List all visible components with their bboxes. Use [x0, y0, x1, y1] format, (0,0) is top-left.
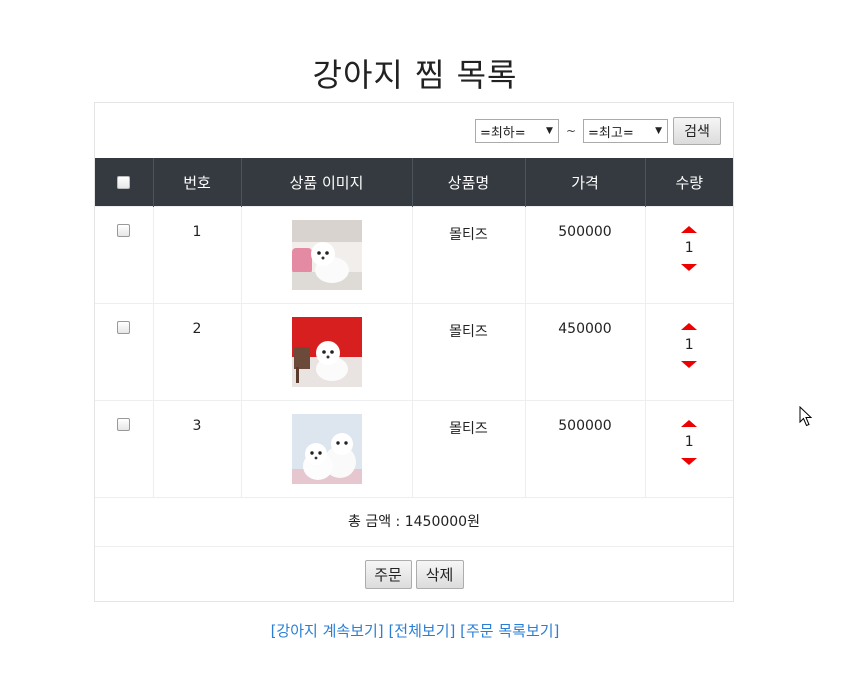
quantity-value: 1 [684, 434, 694, 450]
table-row: 2 몰티즈 450000 1 [95, 303, 734, 401]
product-name: 몰티즈 [449, 324, 488, 340]
quantity-value: 1 [684, 240, 694, 256]
product-name: 몰티즈 [449, 421, 488, 437]
min-price-select[interactable]: =최하= ▼ [474, 119, 559, 143]
product-price: 500000 [558, 224, 612, 240]
table-header-row: 번호 상품 이미지 상품명 가격 수량 [95, 158, 733, 207]
decrease-arrow-icon[interactable] [681, 458, 698, 465]
row-checkbox[interactable] [117, 321, 131, 334]
quantity-value: 1 [684, 337, 694, 353]
row-checkbox[interactable] [117, 418, 131, 431]
mouse-cursor-icon [799, 406, 813, 427]
product-name: 몰티즈 [449, 227, 488, 243]
wishlist-panel: =최하= ▼ ~ =최고= ▼ 검색 번호 상품 이미지 상품명 가격 수량 1… [94, 102, 734, 602]
header-image: 상품 이미지 [241, 158, 413, 207]
increase-arrow-icon[interactable] [681, 323, 698, 330]
max-price-value: =최고= [588, 125, 634, 141]
puppy-image[interactable] [291, 414, 362, 484]
min-price-value: =최하= [479, 125, 526, 141]
product-price: 500000 [558, 418, 612, 434]
page-title: 강아지 찜 목록 [312, 56, 518, 94]
product-price: 450000 [558, 321, 612, 337]
decrease-arrow-icon[interactable] [681, 361, 698, 368]
increase-arrow-icon[interactable] [681, 226, 698, 233]
quantity-stepper: 1 [646, 226, 734, 271]
range-separator: ~ [565, 124, 576, 138]
dropdown-arrow-icon: ▼ [655, 126, 662, 136]
header-quantity: 수량 [645, 158, 733, 207]
quantity-stepper: 1 [646, 420, 734, 465]
row-checkbox[interactable] [117, 224, 131, 237]
order-list-link[interactable]: [주문 목록보기] [460, 622, 559, 640]
header-price: 가격 [525, 158, 646, 207]
quantity-stepper: 1 [646, 323, 734, 368]
puppy-image[interactable] [291, 220, 362, 290]
footer-links: [강아지 계속보기] [전체보기] [주문 목록보기] [0, 620, 830, 641]
search-button[interactable]: 검색 [673, 117, 721, 145]
select-all-header [95, 158, 154, 207]
delete-button[interactable]: 삭제 [415, 560, 464, 589]
table-row: 3 몰티즈 500000 1 [95, 400, 734, 497]
wishlist-table: 번호 상품 이미지 상품명 가격 수량 1 몰티즈 500000 1 2 몰티즈… [95, 158, 733, 497]
table-row: 1 몰티즈 500000 1 [95, 206, 734, 304]
price-filter: =최하= ▼ ~ =최고= ▼ 검색 [474, 116, 721, 146]
puppy-image[interactable] [291, 317, 362, 387]
max-price-select[interactable]: =최고= ▼ [583, 119, 668, 143]
order-button[interactable]: 주문 [364, 560, 412, 589]
continue-shopping-link[interactable]: [강아지 계속보기] [271, 622, 384, 640]
row-number: 1 [192, 224, 202, 240]
header-name: 상품명 [412, 158, 526, 207]
decrease-arrow-icon[interactable] [681, 264, 698, 271]
row-number: 2 [192, 321, 202, 337]
increase-arrow-icon[interactable] [681, 420, 698, 427]
row-number: 3 [192, 418, 202, 434]
view-all-link[interactable]: [전체보기] [388, 622, 455, 640]
action-bar: 주문 삭제 [95, 546, 733, 602]
total-amount: 총 금액 : 1450000원 [95, 497, 733, 547]
select-all-checkbox[interactable] [117, 176, 131, 189]
header-number: 번호 [153, 158, 242, 207]
dropdown-arrow-icon: ▼ [546, 126, 553, 136]
